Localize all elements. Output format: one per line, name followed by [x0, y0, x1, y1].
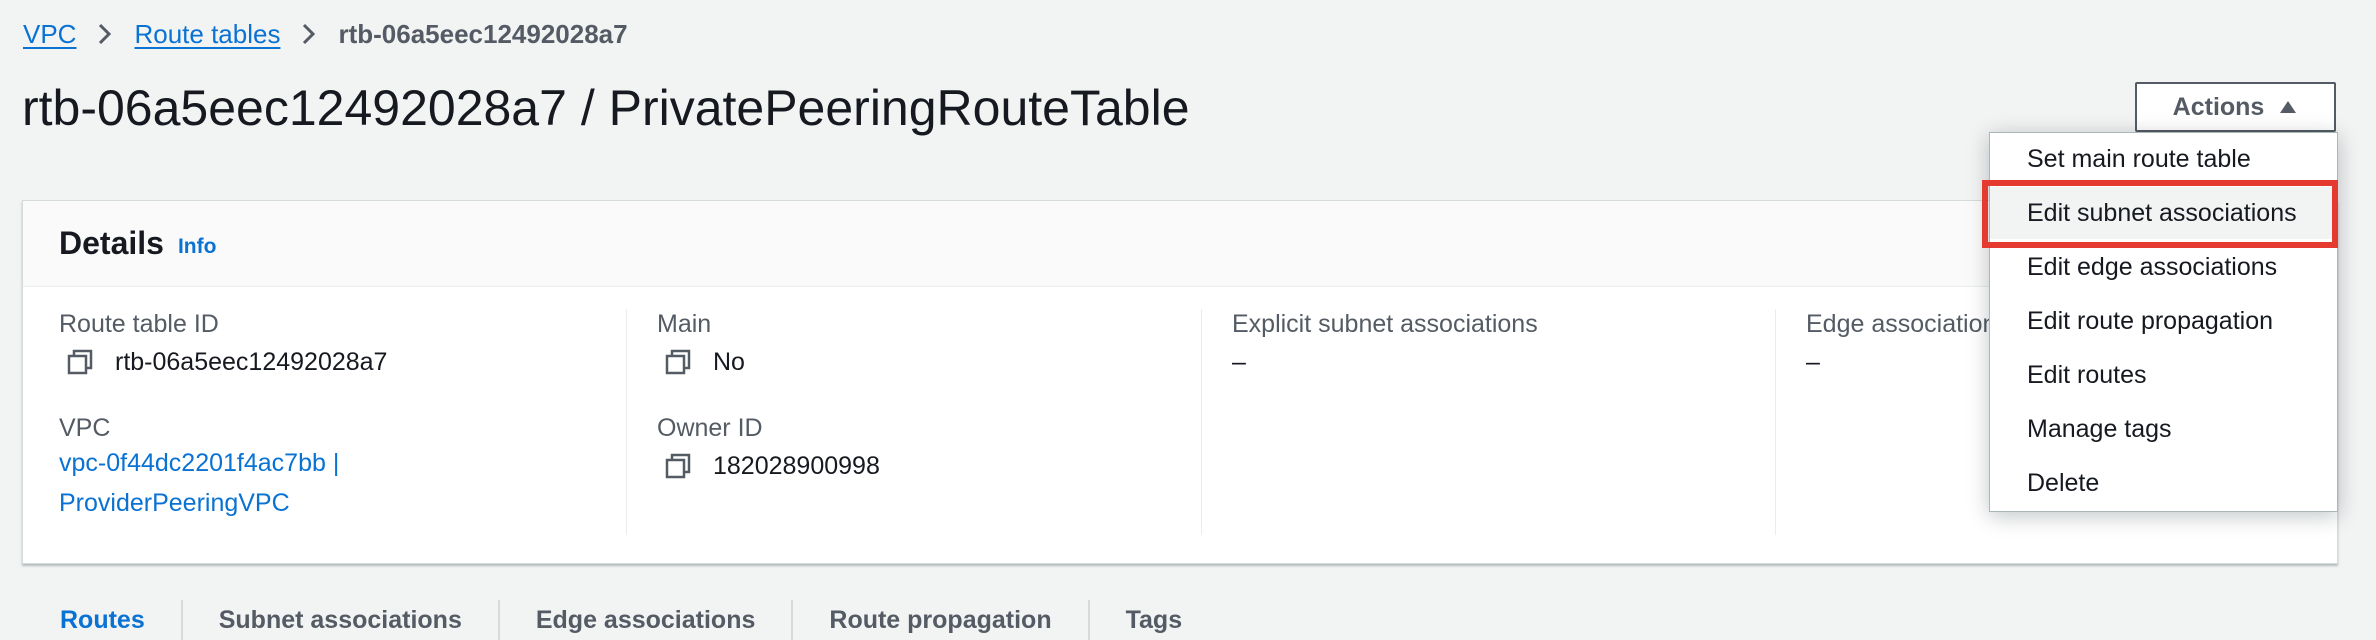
details-column-1: Route table ID rtb-06a5eec12492028a7 VPC… [59, 309, 627, 535]
copy-icon[interactable] [65, 347, 95, 377]
menu-item-edit-edge-associations[interactable]: Edit edge associations [1990, 241, 2337, 293]
menu-item-manage-tags[interactable]: Manage tags [1990, 403, 2337, 455]
vpc-link-line-1[interactable]: vpc-0f44dc2201f4ac7bb | [59, 443, 626, 483]
owner-id: 182028900998 [713, 452, 880, 480]
tab-tags[interactable]: Tags [1087, 600, 1219, 640]
vpc-link-line-2[interactable]: ProviderPeeringVPC [59, 483, 626, 523]
tab-route-propagation[interactable]: Route propagation [791, 600, 1087, 640]
menu-item-delete[interactable]: Delete [1990, 457, 2337, 509]
chevron-right-icon [302, 23, 316, 45]
vpc-link[interactable]: vpc-0f44dc2201f4ac7bb | ProviderPeeringV… [59, 443, 626, 523]
breadcrumb-current: rtb-06a5eec12492028a7 [338, 19, 628, 49]
route-table-id-label: Route table ID [59, 310, 219, 338]
main-value-row: No [657, 345, 1201, 379]
menu-item-edit-route-propagation[interactable]: Edit route propagation [1990, 295, 2337, 347]
route-table-id: rtb-06a5eec12492028a7 [115, 348, 388, 376]
owner-id-label: Owner ID [657, 414, 763, 442]
copy-icon[interactable] [663, 347, 693, 377]
tabs: Routes Subnet associations Edge associat… [22, 600, 1218, 640]
breadcrumb: VPC Route tables rtb-06a5eec12492028a7 [23, 14, 628, 54]
tab-subnet-associations[interactable]: Subnet associations [180, 600, 498, 640]
caret-up-icon [2278, 93, 2298, 122]
breadcrumb-vpc-link[interactable]: VPC [23, 14, 76, 54]
details-column-3: Explicit subnet associations – [1202, 309, 1776, 535]
actions-button-label: Actions [2172, 92, 2265, 121]
route-table-id-value: rtb-06a5eec12492028a7 [59, 345, 626, 379]
info-link[interactable]: Info [178, 235, 216, 259]
details-title: Details [59, 225, 164, 261]
chevron-right-icon [98, 23, 112, 45]
menu-item-edit-routes[interactable]: Edit routes [1990, 349, 2337, 401]
page-title: rtb-06a5eec12492028a7 / PrivatePeeringRo… [22, 80, 1190, 136]
main-label: Main [657, 310, 712, 338]
vpc-label: VPC [59, 414, 111, 442]
tab-routes[interactable]: Routes [22, 600, 181, 640]
highlight-annotation-box [1982, 180, 2338, 248]
copy-icon[interactable] [663, 451, 693, 481]
explicit-subnet-associations-value: – [1232, 348, 1246, 376]
menu-item-set-main-route-table[interactable]: Set main route table [1990, 133, 2337, 185]
details-column-2: Main No Owner ID 182028900998 [627, 309, 1202, 535]
breadcrumb-route-tables-link[interactable]: Route tables [134, 14, 280, 54]
actions-button[interactable]: Actions [2135, 82, 2336, 132]
main-value: No [713, 348, 745, 376]
tab-edge-associations[interactable]: Edge associations [497, 600, 792, 640]
owner-id-row: 182028900998 [657, 449, 1201, 483]
explicit-subnet-associations-label: Explicit subnet associations [1232, 310, 1538, 338]
